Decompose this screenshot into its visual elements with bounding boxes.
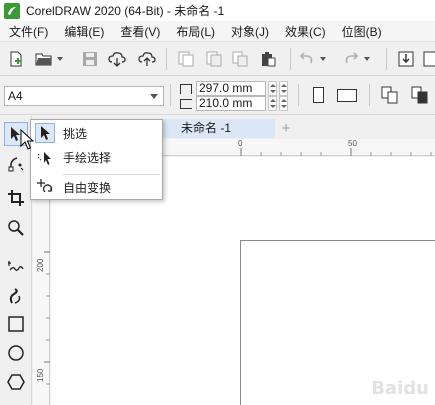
menu-file[interactable]: 文件(F) [0,23,56,40]
width-spinner[interactable] [268,81,277,96]
flyout-item-free-transform[interactable]: 自由变换 [32,176,162,198]
toolbar-separator [290,48,291,70]
open-folder-icon[interactable] [34,49,54,69]
rectangle-tool-icon[interactable] [4,312,28,336]
undo-dropdown-icon[interactable] [320,57,326,61]
cloud-upload-icon[interactable] [137,49,157,69]
redo-icon[interactable] [341,49,361,69]
paste-icon[interactable] [258,49,278,69]
title-bar: CorelDRAW 2020 (64-Bit) - 未命名 -1 [0,0,435,21]
flyout-divider [62,174,160,175]
page-size-select[interactable]: A4 [4,86,164,106]
redo-dropdown-icon[interactable] [364,57,370,61]
menu-object[interactable]: 对象(J) [223,23,277,40]
cut-icon[interactable] [204,49,224,69]
flyout-label: 自由变换 [63,181,112,195]
standard-toolbar [0,42,435,76]
landscape-orientation-icon[interactable] [337,89,357,102]
import-icon[interactable] [396,49,416,69]
pick-arrow-icon [35,123,55,143]
property-bar: A4 297.0 mm 210.0 mm [0,77,435,115]
width-spinner-alt[interactable] [279,81,288,96]
ruler-label: 0 [238,139,243,148]
shape-tool-icon[interactable] [4,152,28,176]
ruler-label: 50 [348,139,357,148]
height-spinner-alt[interactable] [279,96,288,111]
crop-tool-icon[interactable] [4,186,28,210]
chevron-down-icon [150,94,158,99]
flyout-item-pick[interactable]: 挑选 [32,122,162,144]
copy-icon[interactable] [230,49,250,69]
all-pages-icon[interactable] [380,85,400,105]
menu-bar: 文件(F) 编辑(E) 查看(V) 布局(L) 对象(J) 效果(C) 位图(B… [0,21,435,42]
add-document-tab-button[interactable]: + [276,119,296,138]
freehand-tool-icon[interactable] [4,254,28,278]
menu-layout[interactable]: 布局(L) [168,23,223,40]
toolbar-separator [166,48,167,70]
undo-icon[interactable] [297,49,317,69]
flyout-item-freehand-pick[interactable]: 手绘选择 [32,146,162,168]
copy-page-icon[interactable] [176,49,196,69]
artistic-media-icon[interactable] [4,284,28,308]
page-height-field[interactable]: 210.0 mm [196,96,266,111]
coreldraw-logo-icon [4,2,20,19]
menu-bitmaps[interactable]: 位图(B) [334,23,390,40]
polygon-tool-icon[interactable] [4,370,28,394]
export-icon[interactable] [421,49,435,69]
flyout-label: 挑选 [63,127,88,141]
mouse-cursor-icon [20,129,34,150]
freehand-pick-icon [35,147,55,167]
save-icon[interactable] [80,49,100,69]
toolbox [0,116,32,405]
menu-edit[interactable]: 编辑(E) [56,23,112,40]
propbar-separator [298,84,299,106]
height-spinner[interactable] [268,96,277,111]
new-document-icon[interactable] [6,49,26,69]
zoom-tool-icon[interactable] [4,216,28,240]
watermark: Baidu [371,378,429,399]
document-tab[interactable]: 未命名 -1 [161,119,275,138]
window-title: CorelDRAW 2020 (64-Bit) - 未命名 -1 [26,4,225,18]
menu-view[interactable]: 查看(V) [112,23,168,40]
flyout-label: 手绘选择 [63,151,112,165]
page-size-value: A4 [8,89,23,103]
free-transform-icon [35,177,55,197]
pick-tool-flyout: 挑选 手绘选择 自由变换 [30,119,163,200]
toolbar-separator [386,48,387,70]
open-dropdown-icon[interactable] [57,57,63,61]
propbar-separator [369,84,370,106]
page-width-field[interactable]: 297.0 mm [196,81,266,96]
current-page-icon[interactable] [410,85,430,105]
menu-effects[interactable]: 效果(C) [277,23,334,40]
page-width-icon [180,84,192,94]
portrait-orientation-icon[interactable] [313,87,324,103]
page-height-icon [180,99,192,109]
propbar-separator [170,84,171,106]
ellipse-tool-icon[interactable] [4,341,28,365]
cloud-download-icon[interactable] [107,49,127,69]
